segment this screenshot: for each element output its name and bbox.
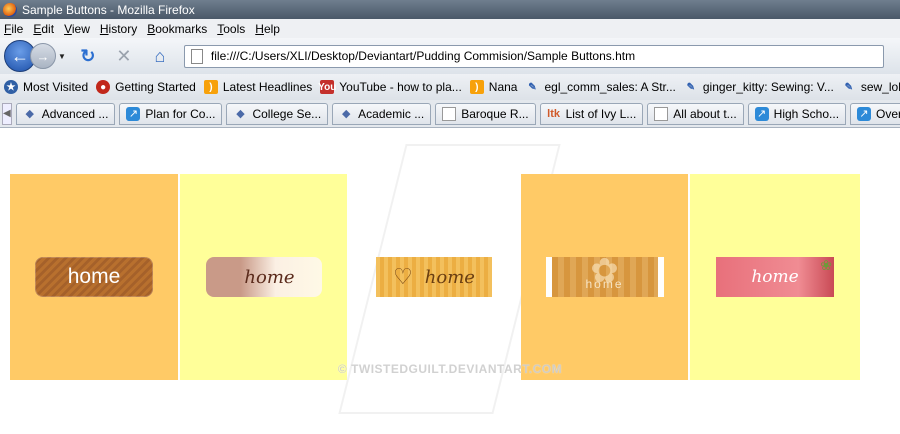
most-visited-icon: ★ xyxy=(4,80,18,94)
tab-label: College Se... xyxy=(252,106,322,121)
diamond-icon: ◆ xyxy=(236,108,245,120)
diamond-icon: ◆ xyxy=(25,108,34,120)
bookmark-nana[interactable]: ) Nana xyxy=(469,80,518,94)
menu-history[interactable]: History xyxy=(100,22,137,36)
tab-label: All about t... xyxy=(673,106,737,121)
bookmark-latest-headlines[interactable]: ) Latest Headlines xyxy=(203,80,313,94)
url-text[interactable]: file:///C:/Users/XLI/Desktop/Deviantart/… xyxy=(211,49,635,63)
forward-button[interactable]: → xyxy=(30,43,56,69)
home-button-label: home xyxy=(67,265,121,288)
menu-edit[interactable]: Edit xyxy=(33,22,54,36)
tab-overachiev[interactable]: ↗ Overachiev... xyxy=(850,102,900,125)
menu-tools[interactable]: Tools xyxy=(217,22,245,36)
strawberry-leaf-icon: ❀ xyxy=(820,257,832,273)
forward-arrow-icon: → xyxy=(36,48,50,64)
menu-view[interactable]: View xyxy=(64,22,90,36)
tab-scroll-left-icon[interactable]: ◀ xyxy=(2,102,12,125)
menu-file[interactable]: File xyxy=(4,22,23,36)
bookmark-label: egl_comm_sales: A Str... xyxy=(544,80,676,94)
pin-icon: ✎ xyxy=(528,81,537,93)
home-button-3[interactable]: ♡ home xyxy=(376,257,492,297)
menu-bar: File Edit View History Bookmarks Tools H… xyxy=(0,19,900,38)
blue-page-icon: ↗ xyxy=(857,106,872,121)
stop-icon[interactable]: ✕ xyxy=(110,46,138,67)
home-button-2[interactable]: home xyxy=(205,257,322,297)
pin-icon: ✎ xyxy=(686,81,696,93)
page-content: home home ♡ home ✿ home ❀ home © TWISTED… xyxy=(0,129,900,434)
tab-label: High Scho... xyxy=(773,106,840,121)
bookmark-sew-loli[interactable]: ✎ sew_loli: N xyxy=(842,80,900,94)
back-arrow-icon: ← xyxy=(11,45,29,66)
menu-bookmarks[interactable]: Bookmarks xyxy=(147,22,207,36)
tab-college-se[interactable]: ◆ College Se... xyxy=(226,102,329,125)
bookmark-label: sew_loli: N xyxy=(860,80,900,94)
home-button-1[interactable]: home xyxy=(35,257,153,297)
bookmark-label: Most Visited xyxy=(23,80,89,94)
tab-label: List of Ivy L... xyxy=(565,106,637,121)
button-panel-1: home xyxy=(10,174,178,380)
bookmark-label: Getting Started xyxy=(115,80,196,94)
history-dropdown-icon[interactable]: ▼ xyxy=(58,52,66,61)
pin-icon: ✎ xyxy=(844,81,854,93)
home-button-5[interactable]: ❀ home xyxy=(716,257,834,297)
heart-icon: ♡ xyxy=(393,264,413,289)
bookmark-egl-comm-sales[interactable]: ✎ egl_comm_sales: A Str... xyxy=(525,80,676,94)
blue-page-icon: ↗ xyxy=(754,106,769,121)
bookmarks-toolbar: ★ Most Visited ● Getting Started ) Lates… xyxy=(0,74,900,100)
navigation-toolbar: ← → ▼ ↻ ✕ ⌂ file:///C:/Users/XLI/Desktop… xyxy=(0,38,900,74)
bookmark-youtube[interactable]: You YouTube - how to pla... xyxy=(318,80,462,94)
window-title: Sample Buttons - Mozilla Firefox xyxy=(22,2,195,17)
rss-icon: ) xyxy=(203,80,218,94)
reload-icon[interactable]: ↻ xyxy=(74,46,102,67)
page-icon xyxy=(442,106,457,121)
home-button-4[interactable]: ✿ home xyxy=(545,252,664,297)
tab-label: Plan for Co... xyxy=(145,106,216,121)
tab-plan-for-co[interactable]: ↗ Plan for Co... xyxy=(119,102,223,125)
tab-bar: ◀ ◆ Advanced ... ↗ Plan for Co... ◆ Coll… xyxy=(0,100,900,128)
bookmark-getting-started[interactable]: ● Getting Started xyxy=(96,80,196,94)
url-bar[interactable]: file:///C:/Users/XLI/Desktop/Deviantart/… xyxy=(183,44,884,68)
button-panel-4: ✿ home xyxy=(521,174,688,380)
button-panel-2: home xyxy=(180,174,347,380)
tab-list-of-ivy[interactable]: ltk List of Ivy L... xyxy=(539,102,644,125)
watermark-text: © TWISTEDGUILT.DEVIANTART.COM xyxy=(337,362,563,376)
home-button-face: ✿ home xyxy=(551,252,658,297)
bookmark-label: Latest Headlines xyxy=(222,80,313,94)
blue-page-icon: ↗ xyxy=(126,106,141,121)
getting-started-icon: ● xyxy=(96,80,111,94)
tab-advanced[interactable]: ◆ Advanced ... xyxy=(15,102,116,125)
page-icon xyxy=(190,48,203,64)
rss-icon: ) xyxy=(469,80,484,94)
ltk-icon: ltk xyxy=(547,107,560,120)
firefox-icon xyxy=(3,2,17,17)
home-icon[interactable]: ⌂ xyxy=(146,46,174,67)
bookmark-label: YouTube - how to pla... xyxy=(339,80,462,94)
window-title-bar: Sample Buttons - Mozilla Firefox xyxy=(0,0,900,19)
tab-label: Baroque R... xyxy=(461,106,529,121)
page-icon xyxy=(654,106,669,121)
home-button-label: home xyxy=(244,266,295,288)
tab-label: Advanced ... xyxy=(41,106,109,121)
tab-label: Overachiev... xyxy=(876,106,900,121)
home-button-label: home xyxy=(751,267,799,287)
tab-label: Academic ... xyxy=(358,106,425,121)
diamond-icon: ◆ xyxy=(341,108,351,120)
tab-high-scho[interactable]: ↗ High Scho... xyxy=(747,102,847,125)
bookmark-label: Nana xyxy=(488,80,518,94)
bookmark-most-visited[interactable]: ★ Most Visited xyxy=(4,80,88,94)
tab-baroque[interactable]: Baroque R... xyxy=(435,102,536,125)
menu-help[interactable]: Help xyxy=(255,22,280,36)
youtube-icon: You xyxy=(318,80,337,94)
tab-all-about[interactable]: All about t... xyxy=(647,102,744,125)
bookmark-label: ginger_kitty: Sewing: V... xyxy=(702,80,834,94)
button-panel-3: ♡ home xyxy=(349,174,519,380)
home-button-label: home xyxy=(585,277,624,291)
tab-academic[interactable]: ◆ Academic ... xyxy=(332,102,432,125)
home-button-label: home xyxy=(424,266,475,288)
bookmark-ginger-kitty[interactable]: ✎ ginger_kitty: Sewing: V... xyxy=(684,80,834,94)
button-panel-5: ❀ home xyxy=(690,174,860,380)
